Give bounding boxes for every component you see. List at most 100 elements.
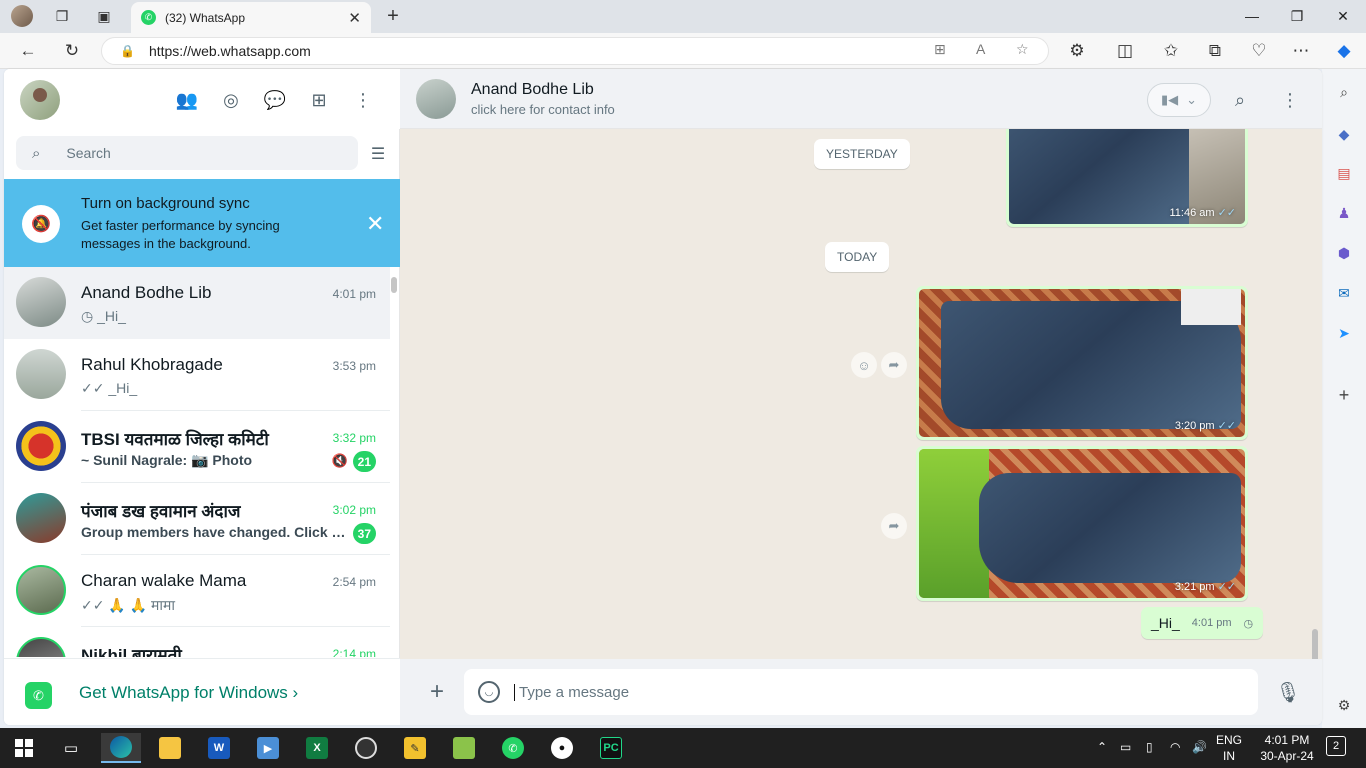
- browser-tab-whatsapp[interactable]: ✆ (32) WhatsApp ✕: [131, 2, 371, 33]
- menu-icon[interactable]: ⋮: [351, 88, 375, 112]
- chat-item-rahul-khobragade[interactable]: Rahul Khobragade 3:53 pm ✓✓ _Hi_: [4, 339, 390, 411]
- url-field[interactable]: 🔒 https://web.whatsapp.com ⊞ A ☆: [101, 37, 1049, 65]
- my-profile-avatar[interactable]: [20, 80, 60, 120]
- attach-plus-icon[interactable]: +: [424, 678, 450, 705]
- taskbar-excel-icon[interactable]: X: [297, 733, 337, 763]
- image-thumbnail: [919, 449, 1245, 598]
- back-icon[interactable]: ←: [15, 39, 41, 63]
- chevron-right-icon: ›: [292, 683, 299, 702]
- contact-avatar[interactable]: [416, 79, 456, 119]
- search-input[interactable]: [66, 145, 307, 161]
- close-window-icon[interactable]: ✕: [1320, 4, 1366, 28]
- taskbar-github-icon[interactable]: ●: [542, 733, 582, 763]
- drop-icon[interactable]: ➤: [1334, 323, 1354, 343]
- battery-icon[interactable]: ▭: [1120, 740, 1131, 754]
- notification-center-icon[interactable]: 2: [1326, 736, 1346, 756]
- start-windows-icon[interactable]: [4, 733, 44, 763]
- chat-name: पंजाब डख हवामान अंदाज: [81, 502, 241, 521]
- background-sync-banner[interactable]: 🔕 Turn on background sync Get faster per…: [4, 179, 400, 267]
- jeans-photo: [979, 473, 1241, 583]
- image-message-1[interactable]: 3:20 pm ✓✓: [916, 286, 1248, 440]
- tools-icon[interactable]: ▤: [1334, 163, 1354, 183]
- text-message[interactable]: _Hi_ 4:01 pm ◷: [1141, 607, 1264, 639]
- collections-icon[interactable]: ⧉: [1202, 39, 1228, 63]
- more-options-icon[interactable]: ⋯: [1288, 39, 1314, 63]
- outlook-icon[interactable]: ✉: [1334, 283, 1354, 303]
- taskbar-file-explorer-icon[interactable]: [150, 733, 190, 763]
- image-message-2[interactable]: 3:21 pm ✓✓: [916, 446, 1248, 601]
- chat-item-tbsi-group[interactable]: TBSI यवतमाळ जिल्हा कमिटी 3:32 pm ~ Sunil…: [4, 411, 390, 483]
- chat-list: Anand Bodhe Lib 4:01 pm ◷ _Hi_ Rahul Kho…: [4, 267, 390, 657]
- chat-item-nikhil-baramati[interactable]: Nikhil बारामती 2:14 pm: [4, 627, 390, 657]
- minimize-icon[interactable]: —: [1229, 4, 1275, 28]
- image-thumbnail: [919, 289, 1245, 437]
- refresh-icon[interactable]: ↻: [59, 39, 85, 63]
- search-sidebar-icon[interactable]: ⌕: [1334, 82, 1354, 102]
- split-screen-icon[interactable]: ◫: [1112, 39, 1138, 63]
- tab-actions-icon[interactable]: ▣: [91, 4, 117, 28]
- close-banner-icon[interactable]: ✕: [366, 211, 384, 237]
- forward-icon[interactable]: ➦: [881, 513, 907, 539]
- usb-icon[interactable]: ▯: [1146, 740, 1153, 754]
- chat-list-scrollbar[interactable]: [391, 277, 397, 293]
- react-emoji-icon[interactable]: ☺: [851, 352, 877, 378]
- message-composer: + ◡ 🎙: [400, 659, 1322, 725]
- chat-item-anand-bodhe-lib[interactable]: Anand Bodhe Lib 4:01 pm ◷ _Hi_: [4, 267, 390, 339]
- video-call-button[interactable]: ▮◀ ⌄: [1147, 83, 1211, 117]
- filter-icon[interactable]: ☰: [368, 144, 388, 164]
- taskbar-media-icon[interactable]: ▶: [248, 733, 288, 763]
- browser-essentials-icon[interactable]: ♡: [1246, 39, 1272, 63]
- chat-item-punjab-dakh[interactable]: पंजाब डख हवामान अंदाज 3:02 pm Group memb…: [4, 483, 390, 555]
- show-hidden-icons[interactable]: ⌃: [1097, 740, 1107, 754]
- sidebar-settings-icon[interactable]: ⚙: [1334, 695, 1354, 715]
- read-aloud-icon[interactable]: A: [976, 41, 985, 57]
- new-tab-icon[interactable]: +: [380, 4, 406, 28]
- taskbar-app-icon[interactable]: ✎: [395, 733, 435, 763]
- taskbar-whatsapp-icon[interactable]: ✆: [493, 733, 533, 763]
- favorite-star-icon[interactable]: ☆: [1016, 41, 1029, 58]
- channels-icon[interactable]: 💬: [263, 88, 287, 112]
- games-icon[interactable]: ♟: [1334, 203, 1354, 223]
- status-icon[interactable]: ◎: [219, 88, 243, 112]
- image-message-yesterday[interactable]: 11:46 am ✓✓: [1006, 129, 1248, 227]
- search-messages-icon[interactable]: ⌕: [1228, 88, 1252, 112]
- microphone-icon[interactable]: 🎙: [1275, 679, 1300, 705]
- close-tab-icon[interactable]: ✕: [348, 9, 361, 27]
- taskbar-word-icon[interactable]: W: [199, 733, 239, 763]
- jeans-photo: [1009, 129, 1189, 224]
- taskbar-notepad-icon[interactable]: [444, 733, 484, 763]
- left-header: 👥 ◎ 💬 ⊞ ⋮: [4, 69, 400, 129]
- browser-address-bar: ← ↻ 🔒 https://web.whatsapp.com ⊞ A ☆ ⚙ ◫…: [0, 33, 1366, 69]
- shopping-icon[interactable]: ◆: [1334, 124, 1354, 144]
- app-available-icon[interactable]: ⊞: [934, 41, 946, 58]
- conversation-header[interactable]: Anand Bodhe Lib click here for contact i…: [400, 69, 1322, 129]
- workspaces-icon[interactable]: ❐: [49, 4, 75, 28]
- task-view-icon[interactable]: ▭: [51, 733, 91, 763]
- chat-preview: ✓✓ 🙏 🙏 मामा: [81, 596, 347, 615]
- copilot-icon[interactable]: ◆: [1331, 39, 1357, 63]
- emoji-icon[interactable]: ◡: [478, 681, 500, 703]
- message-input[interactable]: [514, 683, 1214, 701]
- chat-item-charan-walake-mama[interactable]: Charan walake Mama 2:54 pm ✓✓ 🙏 🙏 मामा: [4, 555, 390, 627]
- volume-icon[interactable]: 🔊: [1192, 740, 1207, 754]
- extensions-icon[interactable]: ⚙: [1064, 39, 1090, 63]
- chat-preview-text: _Hi_: [97, 308, 126, 324]
- communities-icon[interactable]: 👥: [175, 88, 199, 112]
- taskbar-obs-icon[interactable]: [346, 733, 386, 763]
- taskbar-pycharm-icon[interactable]: PC: [591, 733, 631, 763]
- wifi-icon[interactable]: ◠: [1170, 740, 1180, 754]
- lock-icon: 🔒: [120, 44, 135, 58]
- get-whatsapp-windows-link[interactable]: Get WhatsApp for Windows ›: [79, 683, 298, 703]
- taskbar-clock[interactable]: 4:01 PM 30-Apr-24: [1254, 732, 1320, 764]
- add-sidebar-app-icon[interactable]: +: [1334, 385, 1354, 405]
- new-chat-icon[interactable]: ⊞: [307, 88, 331, 112]
- conversation-menu-icon[interactable]: ⋮: [1278, 88, 1302, 112]
- favorites-icon[interactable]: ✩: [1158, 39, 1184, 63]
- language-indicator[interactable]: ENG IN: [1212, 732, 1246, 764]
- taskbar-edge-icon[interactable]: [101, 733, 141, 763]
- windows-taskbar: ▭ W ▶ X ✎ ✆ ● PC ⌃ ▭ ▯ ◠ 🔊 ENG IN 4:01 P…: [0, 728, 1366, 768]
- m365-icon[interactable]: ⬢: [1334, 243, 1354, 263]
- profile-avatar-icon[interactable]: [9, 4, 35, 28]
- forward-icon[interactable]: ➦: [881, 352, 907, 378]
- restore-icon[interactable]: ❐: [1274, 4, 1320, 28]
